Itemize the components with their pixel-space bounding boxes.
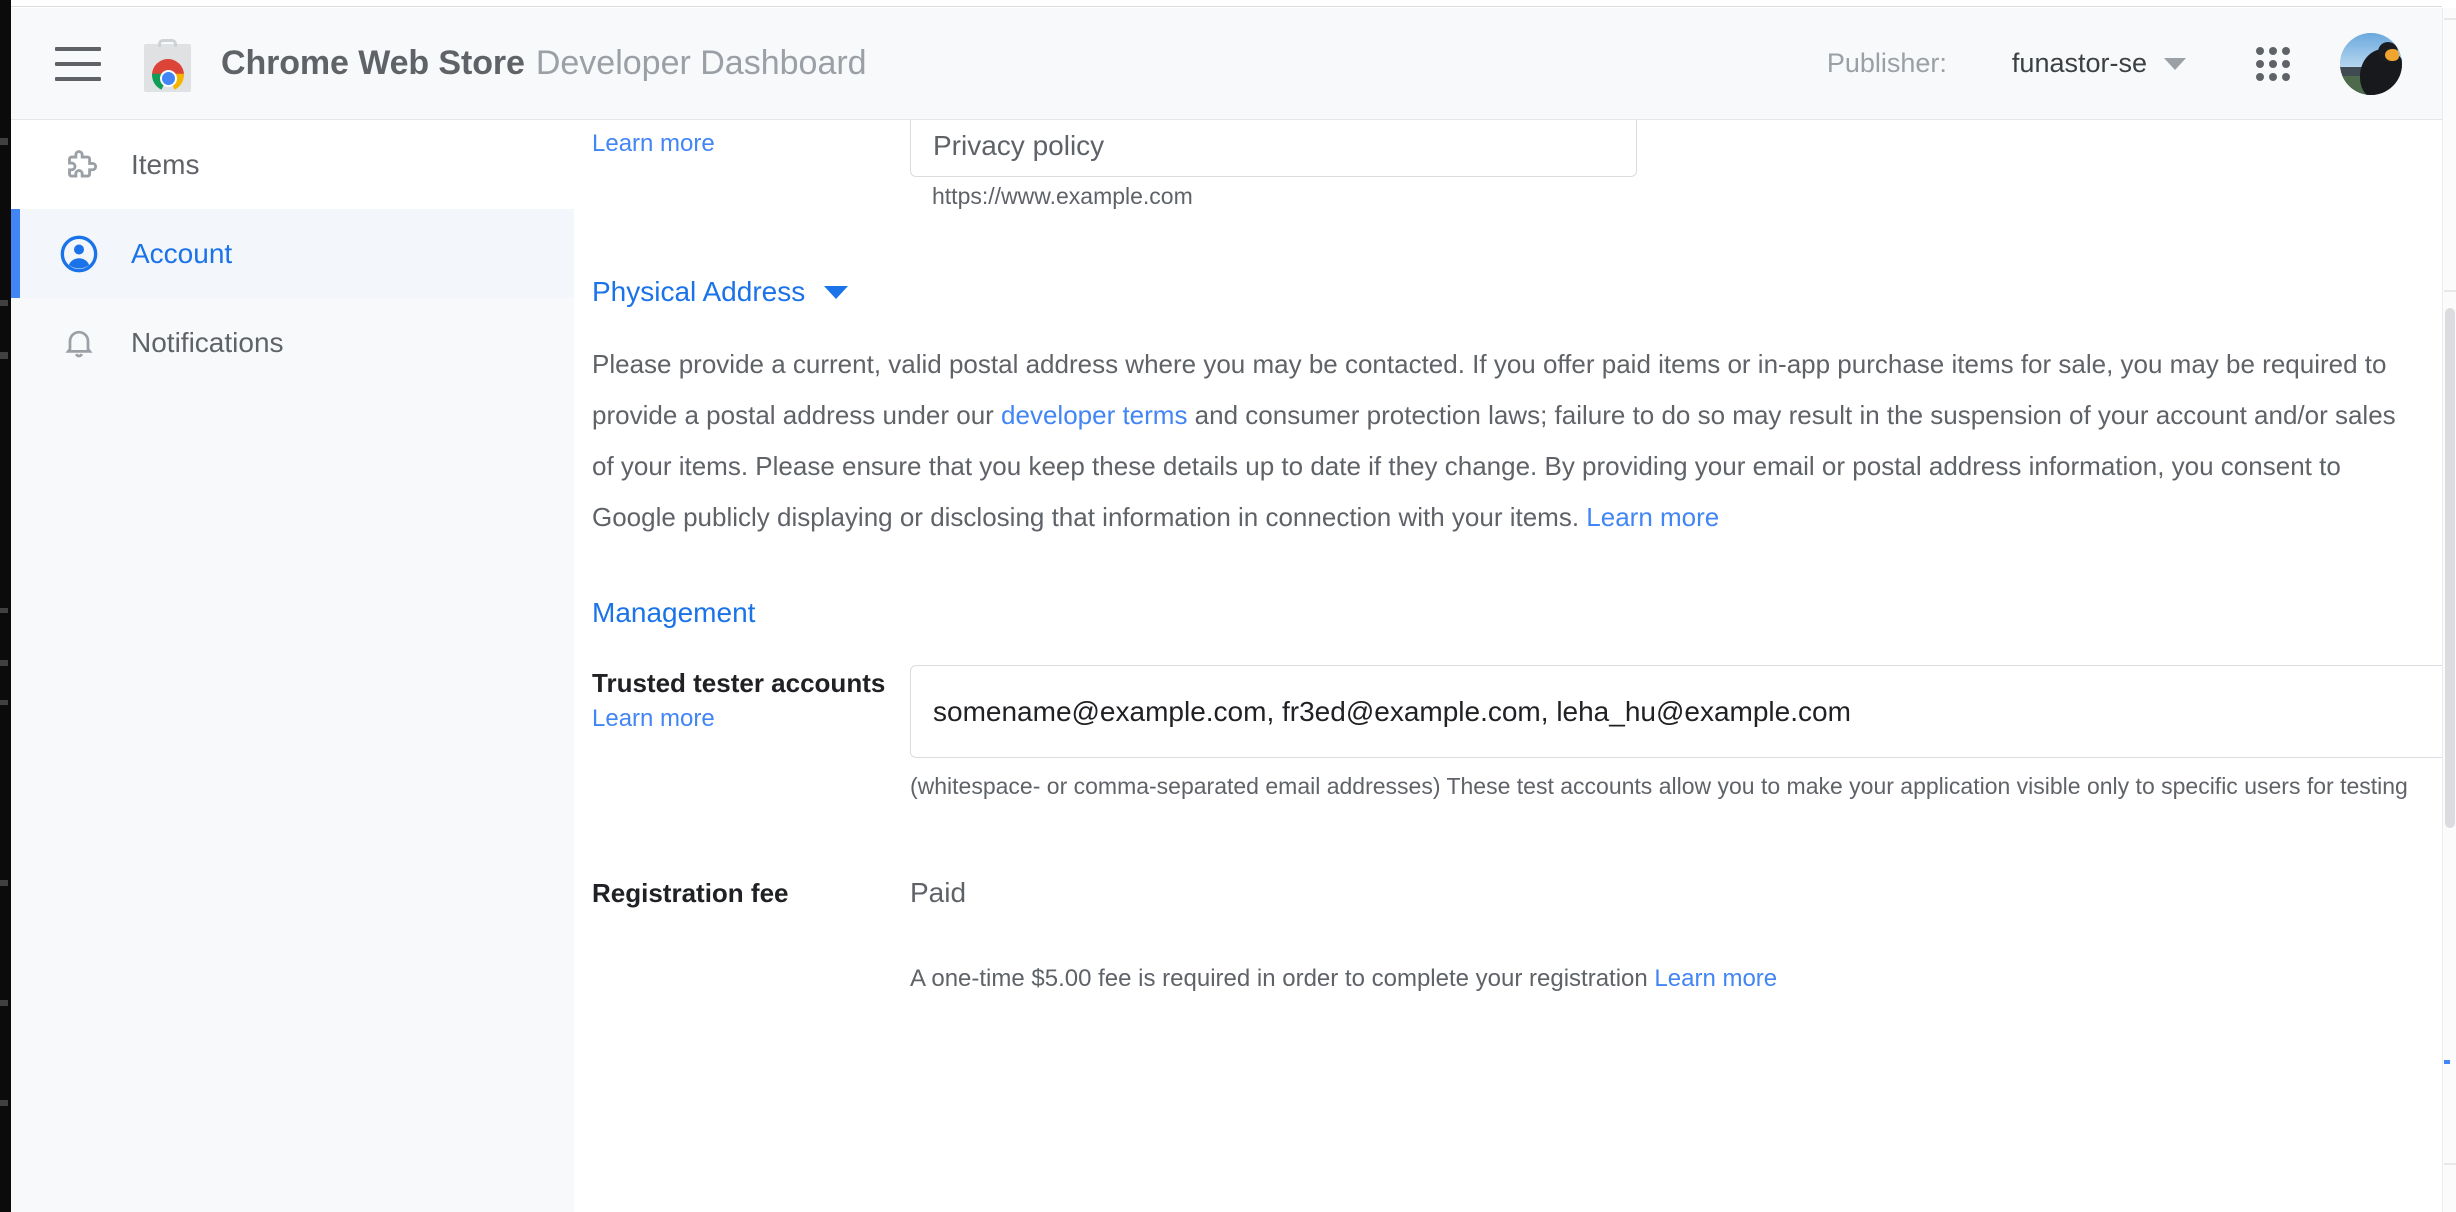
privacy-policy-label: Privacy policy [933, 130, 1105, 161]
window-top-band [0, 0, 2456, 8]
sidebar-item-notifications[interactable]: Notifications [11, 298, 574, 387]
physical-address-learn-more-link[interactable]: Learn more [1586, 502, 1719, 532]
privacy-policy-learn-more-link[interactable]: Learn more [592, 130, 715, 158]
trusted-tester-value: somename@example.com, fr3ed@example.com,… [933, 695, 1851, 727]
avatar[interactable] [2340, 32, 2402, 95]
main-content: Learn more Privacy policy https://www.ex… [574, 120, 2442, 1212]
sidebar-item-label: Items [131, 148, 200, 180]
hamburger-menu-icon[interactable] [55, 46, 101, 81]
physical-address-description: Please provide a current, valid postal a… [592, 339, 2422, 543]
publisher-label: Publisher: [1826, 48, 1947, 78]
registration-fee-control-column: Paid A one-time $5.00 fee is required in… [910, 875, 2442, 993]
management-heading[interactable]: Management [574, 597, 755, 629]
developer-terms-link[interactable]: developer terms [1001, 400, 1187, 430]
physical-address-body: Please provide a current, valid postal a… [574, 339, 2442, 543]
app-title-light: Developer Dashboard [535, 44, 867, 82]
registration-fee-row: Registration fee Paid A one-time $5.00 f… [574, 875, 2442, 993]
sidebar-item-account[interactable]: Account [11, 209, 574, 298]
trusted-tester-accounts-row: Trusted tester accounts Learn more somen… [574, 665, 2442, 801]
registration-fee-label-column: Registration fee [592, 875, 910, 909]
app-title-strong: Chrome Web Store [221, 44, 525, 82]
privacy-policy-hint: https://www.example.com [932, 183, 1193, 209]
privacy-policy-input[interactable]: Privacy policy [910, 120, 1637, 177]
trusted-tester-control-column: somename@example.com, fr3ed@example.com,… [910, 665, 2442, 801]
trusted-tester-label-column: Trusted tester accounts Learn more [592, 665, 910, 733]
registration-fee-hint-text: A one-time $5.00 fee is required in orde… [910, 965, 1655, 992]
sidebar-item-label: Notifications [131, 326, 284, 358]
chevron-down-icon [2164, 57, 2186, 70]
registration-fee-value: Paid [910, 877, 967, 908]
sidebar-nav: Items Account Notifications [11, 120, 574, 1212]
scrollbar-marker [2444, 1060, 2450, 1064]
trusted-tester-learn-more-link[interactable]: Learn more [592, 705, 715, 733]
chevron-down-icon [824, 285, 849, 299]
sidebar-item-items[interactable]: Items [11, 120, 574, 209]
window-left-edge [0, 0, 11, 1212]
app-header: Chrome Web Store Developer Dashboard Pub… [11, 8, 2442, 120]
physical-address-section-toggle[interactable]: Physical Address [574, 276, 849, 308]
sidebar-item-label: Account [131, 237, 233, 269]
header-right-cluster: Publisher: funastor-se [1826, 32, 2442, 95]
google-apps-grid-icon[interactable] [2256, 46, 2290, 81]
scrollbar-thumb[interactable] [2445, 308, 2455, 828]
registration-fee-hint: A one-time $5.00 fee is required in orde… [910, 965, 2442, 993]
chrome-web-store-logo [144, 35, 191, 92]
trusted-tester-label: Trusted tester accounts [592, 668, 886, 698]
publisher-name: funastor-se [2011, 48, 2147, 78]
account-circle-icon [59, 234, 99, 274]
privacy-policy-row: Learn more Privacy policy https://www.ex… [574, 120, 2442, 260]
registration-fee-label: Registration fee [592, 878, 789, 908]
registration-fee-learn-more-link[interactable]: Learn more [1654, 965, 1777, 992]
trusted-tester-input[interactable]: somename@example.com, fr3ed@example.com,… [910, 665, 2442, 758]
page-scrollbar[interactable] [2442, 8, 2456, 1212]
page-title: Chrome Web Store Developer Dashboard [221, 44, 867, 83]
physical-address-heading: Physical Address [592, 276, 806, 307]
page-root: Chrome Web Store Developer Dashboard Pub… [0, 0, 2456, 1212]
trusted-tester-hint: (whitespace- or comma-separated email ad… [910, 773, 2408, 799]
bell-icon [59, 323, 99, 363]
publisher-dropdown[interactable]: funastor-se [2012, 48, 2186, 79]
puzzle-piece-icon [59, 145, 99, 185]
